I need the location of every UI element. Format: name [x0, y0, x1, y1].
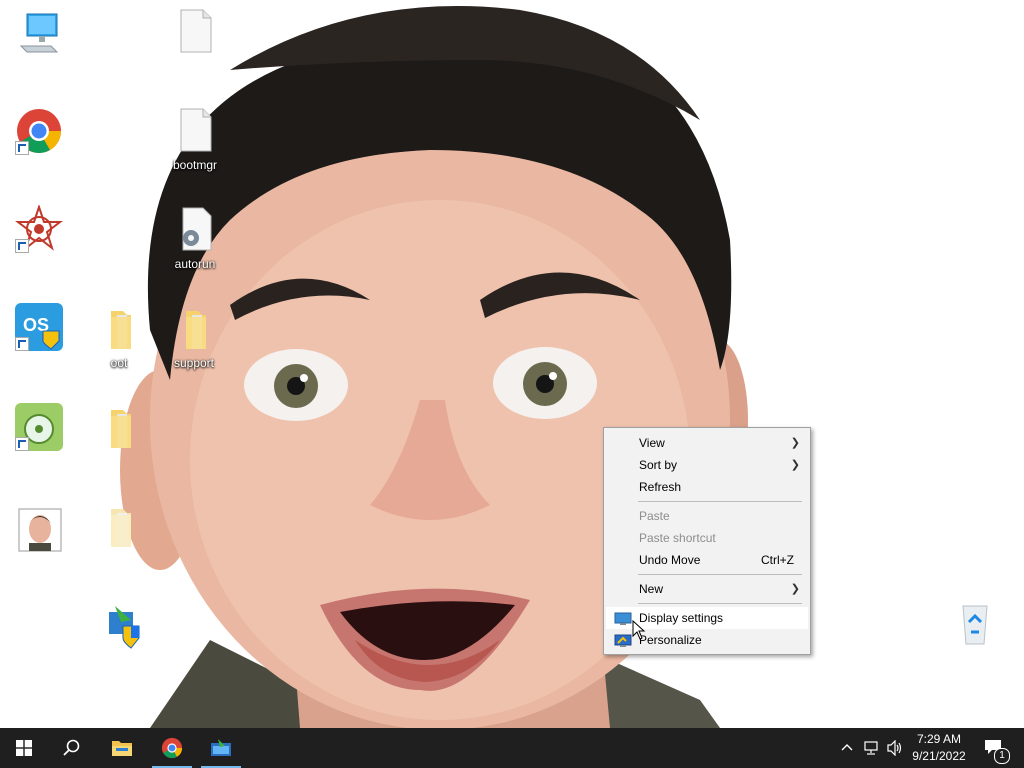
personalize-icon: [614, 633, 632, 647]
desktop-icon-os-app[interactable]: OS: [3, 303, 75, 354]
taskbar-chrome[interactable]: [148, 728, 196, 768]
search-icon: [63, 739, 80, 756]
show-hidden-icons-button[interactable]: [838, 728, 856, 768]
menu-item-label: Paste shortcut: [639, 531, 716, 545]
desktop[interactable]: OS bootmgr autorun oot support View ❯ So…: [0, 0, 1024, 728]
desktop-icon-label: bootmgr: [172, 158, 218, 172]
windows-logo-icon: [16, 740, 32, 756]
menu-item-paste[interactable]: Paste: [606, 505, 808, 527]
taskbar-app[interactable]: [197, 728, 245, 768]
clock-date: 9/21/2022: [912, 749, 966, 763]
menu-item-sort-by[interactable]: Sort by ❯: [606, 454, 808, 476]
network-icon: [864, 741, 878, 755]
menu-separator: [638, 501, 802, 502]
setup-shield-icon: [95, 602, 143, 650]
chevron-right-icon: ❯: [790, 459, 800, 471]
chrome-icon: [161, 737, 183, 759]
desktop-icon-bootmgr[interactable]: bootmgr: [159, 107, 231, 172]
menu-item-new[interactable]: New ❯: [606, 578, 808, 600]
desktop-icon-disk-app[interactable]: [3, 403, 75, 454]
folder-icon: [95, 503, 143, 551]
menu-item-view[interactable]: View ❯: [606, 432, 808, 454]
menu-item-undo-move[interactable]: Undo Move Ctrl+Z: [606, 549, 808, 571]
os-app-icon: OS: [15, 303, 63, 351]
monitor-icon: [15, 10, 63, 58]
shortcut-arrow-icon: [15, 141, 29, 155]
desktop-icon-folder-support[interactable]: support: [158, 305, 230, 370]
menu-separator: [638, 603, 802, 604]
folder-icon: [170, 305, 218, 353]
menu-separator: [638, 574, 802, 575]
shortcut-arrow-icon: [15, 437, 29, 451]
volume-button[interactable]: [884, 728, 906, 768]
desktop-icon-label: oot: [110, 356, 128, 370]
desktop-icon-folder[interactable]: [83, 404, 155, 455]
settings-file-icon: [171, 206, 219, 254]
folder-icon: [95, 305, 143, 353]
desktop-icon-folder-boot[interactable]: oot: [83, 305, 155, 370]
app-window-icon: [211, 739, 231, 756]
desktop-icon-this-pc[interactable]: [3, 10, 75, 61]
start-button[interactable]: [0, 728, 48, 768]
menu-item-label: Refresh: [639, 480, 682, 494]
clock[interactable]: 7:29 AM 9/21/2022: [906, 728, 972, 768]
folder-icon: [95, 404, 143, 452]
menu-item-label: Personalize: [639, 633, 702, 647]
menu-item-label: Undo Move: [639, 553, 701, 567]
star-logo-icon: [15, 203, 63, 253]
chevron-right-icon: ❯: [790, 583, 800, 595]
chevron-up-icon: [841, 744, 853, 751]
menu-item-refresh[interactable]: Refresh: [606, 476, 808, 498]
folder-icon: [112, 741, 132, 756]
clock-time: 7:29 AM: [916, 732, 962, 746]
file-icon: [171, 8, 219, 56]
desktop-icon-recycle-bin[interactable]: [939, 600, 1011, 651]
display-settings-icon: [614, 611, 632, 625]
desktop-icon-label: support: [173, 356, 215, 370]
desktop-icon-photo[interactable]: [3, 507, 75, 558]
desktop-icon-label: autorun: [174, 257, 216, 271]
desktop-icon-folder-light[interactable]: [83, 503, 155, 554]
search-button[interactable]: [48, 728, 96, 768]
disk-icon: [15, 403, 63, 451]
chrome-icon: [15, 107, 63, 155]
desktop-icon-chrome[interactable]: [3, 107, 75, 158]
photo-thumbnail-icon: [15, 507, 63, 555]
menu-item-label: View: [639, 436, 665, 450]
notification-count-badge: 1: [994, 748, 1010, 764]
menu-item-label: New: [639, 582, 664, 596]
menu-item-paste-shortcut[interactable]: Paste shortcut: [606, 527, 808, 549]
file-icon: [171, 107, 219, 155]
network-button[interactable]: [860, 728, 882, 768]
chevron-right-icon: ❯: [790, 437, 800, 449]
desktop-icon-file[interactable]: [159, 8, 231, 59]
recycle-bin-icon: [951, 600, 999, 648]
speaker-icon: [887, 740, 902, 756]
desktop-icon-autorun[interactable]: autorun: [159, 206, 231, 271]
menu-item-shortcut: Ctrl+Z: [761, 553, 794, 567]
action-center-button[interactable]: 1: [978, 728, 1018, 768]
shortcut-arrow-icon: [15, 239, 29, 253]
shortcut-arrow-icon: [15, 337, 29, 351]
desktop-icon-setup[interactable]: [83, 602, 155, 653]
taskbar: 7:29 AM 9/21/2022 1: [0, 728, 1024, 768]
mouse-cursor-icon: [632, 620, 646, 640]
taskbar-file-explorer[interactable]: [98, 728, 146, 768]
menu-item-label: Sort by: [639, 458, 678, 472]
menu-item-label: Display settings: [639, 611, 724, 625]
menu-item-label: Paste: [639, 509, 670, 523]
desktop-icon-app-star[interactable]: [3, 203, 75, 256]
